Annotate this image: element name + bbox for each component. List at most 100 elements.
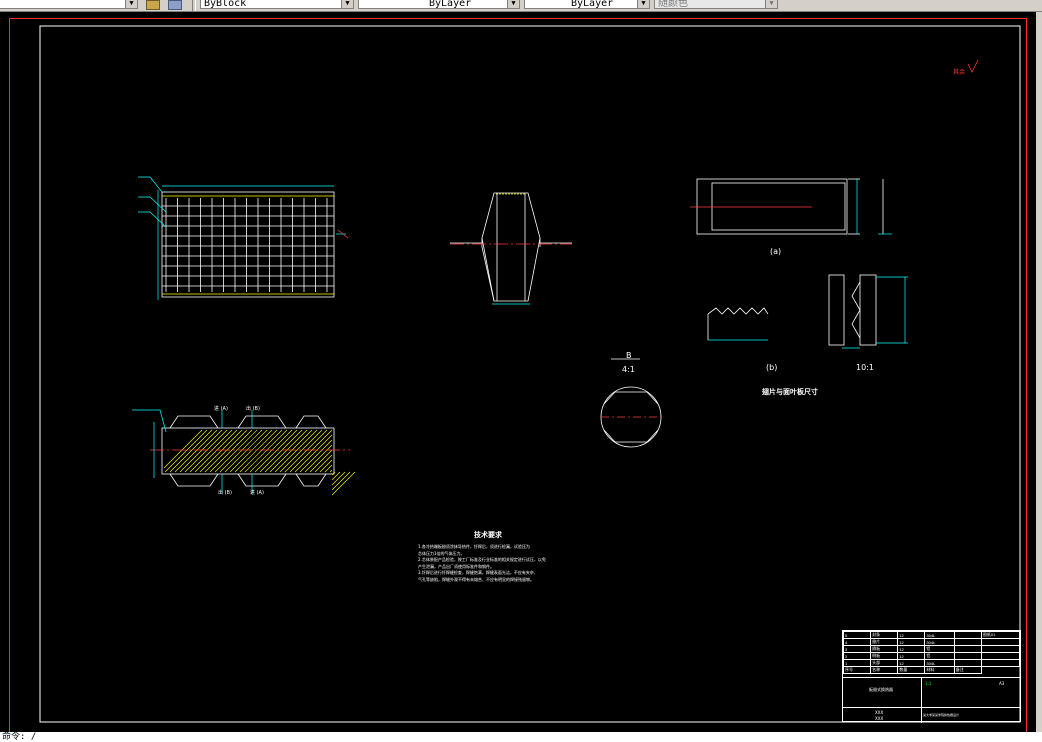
tech-title: 技术要求 <box>474 531 502 539</box>
parts-cell <box>980 659 1021 667</box>
parts-list: 5 封条 12 304L 图纸01 4 翅片 12 304L 3 隔板 12 铝 2 侧板 12 铝 1 头部 12 3… <box>842 631 1021 674</box>
parts-cell: 序号 <box>842 666 872 674</box>
plotstyle-dropdown[interactable]: 随颜色 ▼ <box>654 0 778 9</box>
parts-cell: 翅片 <box>870 638 899 646</box>
parts-cell <box>980 645 1021 653</box>
core-end-view <box>450 192 572 302</box>
chevron-down-icon[interactable]: ▼ <box>125 0 137 8</box>
leader-label-in-a-bottom: 进 (A) <box>250 490 264 496</box>
layer-state-icon[interactable] <box>168 0 182 10</box>
hatch-line <box>329 469 333 473</box>
parts-cell: 名称 <box>870 666 899 674</box>
parts-cell: 3 <box>842 645 872 653</box>
lineweight-dropdown[interactable]: ByLayer ▼ <box>524 0 650 9</box>
parts-cell: 5 <box>842 631 872 639</box>
core-edge-yellow <box>162 195 334 295</box>
hatch-line <box>304 444 333 473</box>
fin-view-b <box>707 274 877 346</box>
parts-cell: 隔板 <box>870 645 899 653</box>
detail-letter: B <box>626 351 632 360</box>
section-hatching <box>163 429 356 496</box>
linetype-dropdown-label: ByLayer <box>429 0 472 9</box>
roughness-symbol-icon <box>967 59 979 73</box>
parts-cell: 铝 <box>924 652 955 660</box>
tech-line: 2.芯体装配产品检验，按工厂标准及行业标准的相关规定进行试压，以免 <box>418 557 546 562</box>
leader-label-out-b-top: 出 (B) <box>246 406 260 412</box>
parts-row: 5 封条 12 304L 图纸01 <box>842 631 1021 639</box>
core-front-dims <box>138 176 346 300</box>
hatch-line <box>331 471 341 481</box>
parts-cell: 12 <box>897 652 926 660</box>
parts-cell: 12 <box>897 659 926 667</box>
chevron-down-icon[interactable]: ▼ <box>765 0 777 8</box>
school-label: 某大学某某学院换热器设计 <box>923 713 960 717</box>
chevron-down-icon[interactable]: ▼ <box>637 0 649 8</box>
parts-cell: 12 <box>897 638 926 646</box>
cad-drawing <box>39 25 1021 723</box>
title-block: 5 封条 12 304L 图纸01 4 翅片 12 304L 3 隔板 12 铝 2 侧板 12 铝 1 头部 12 3… <box>842 630 1021 723</box>
lineweight-dropdown-label: ByLayer <box>571 0 614 9</box>
parts-cell: 图纸01 <box>980 631 1021 639</box>
technical-requirements: 技术要求 1.各冷热端板翅须涂抹导热件，钎焊后，须进行检漏，试验压为 芯体压力1… <box>418 530 558 583</box>
hatch-line <box>331 471 336 476</box>
parts-row: 3 隔板 12 铝 <box>842 645 1021 653</box>
toolbar-separator <box>192 0 196 11</box>
parts-cell: 1 <box>842 659 872 667</box>
parts-cell <box>953 652 982 660</box>
command-prompt: 命令: / <box>2 732 37 742</box>
core-section-view <box>161 415 335 487</box>
parts-cell <box>953 631 982 639</box>
fin-view-b-dims <box>708 276 908 349</box>
parts-row: 2 侧板 12 铝 <box>842 652 1021 660</box>
view-label-a: (a) <box>770 247 782 256</box>
section-leaders <box>132 409 253 494</box>
chevron-down-icon[interactable]: ▼ <box>341 0 353 8</box>
parts-row: 序号 名称 数量 材料 备注 <box>842 666 1020 674</box>
parts-cell: 侧板 <box>870 652 899 660</box>
leader-label-in-a-top: 进 (A) <box>214 406 228 412</box>
layer-previous-icon[interactable] <box>146 0 160 10</box>
view-label-b: (b) <box>766 363 778 372</box>
command-line[interactable]: 命令: / <box>0 732 1042 742</box>
parts-cell: 封条 <box>870 631 899 639</box>
drawing-canvas[interactable]: (a) (b) 10:1 B 4:1 翅片与面叶板尺寸 其余 进 (A) 出 (… <box>0 12 1042 736</box>
fin-view-dims <box>856 179 892 235</box>
parts-row: 4 翅片 12 304L <box>842 638 1021 646</box>
parts-cell <box>980 638 1021 646</box>
hatch-line <box>294 434 333 473</box>
parts-cell <box>953 645 982 653</box>
parts-cell <box>953 638 982 646</box>
parts-cell <box>980 652 1021 660</box>
parts-row: 1 头部 12 304L <box>842 659 1021 667</box>
parts-cell: 12 <box>897 645 926 653</box>
layer-dropdown[interactable]: ▼ <box>0 0 138 9</box>
parts-cell: 304L <box>924 638 955 646</box>
parts-cell: 备注 <box>953 666 982 674</box>
side-caption: 翅片与面叶板尺寸 <box>762 388 818 396</box>
scale-label: 10:1 <box>856 363 874 372</box>
core-front-view <box>161 191 335 298</box>
hatch-line <box>331 471 351 491</box>
linetype-dropdown[interactable]: ByLayer ▼ <box>358 0 520 9</box>
sheet-size: A3 <box>999 681 1005 686</box>
color-dropdown-label: ByBlock <box>204 0 247 9</box>
chevron-down-icon[interactable]: ▼ <box>507 0 519 8</box>
tech-line: 气孔等缺陷，焊缝外观不得有未熔合、不应有明显的焊接残留物。 <box>418 576 534 582</box>
hatch-line <box>163 429 203 469</box>
vertical-scrollbar[interactable] <box>1036 12 1042 732</box>
hatch-line <box>331 471 356 496</box>
parts-cell <box>953 659 982 667</box>
hatch-line <box>314 454 333 473</box>
parts-cell: 2 <box>842 652 872 660</box>
parts-cell: 4 <box>842 638 872 646</box>
parts-cell: 材料 <box>924 666 955 674</box>
detail-scale: 4:1 <box>622 365 635 374</box>
scale-value: 1:1 <box>925 681 932 686</box>
surface-mark-label: 其余 <box>953 69 966 76</box>
drawing-name: 板翅式换热器 <box>869 687 893 692</box>
hatch-line <box>319 459 333 473</box>
parts-cell: 头部 <box>870 659 899 667</box>
color-dropdown[interactable]: ByBlock ▼ <box>200 0 354 9</box>
parts-cell: 304L <box>924 631 955 639</box>
parts-cell: 12 <box>897 631 926 639</box>
